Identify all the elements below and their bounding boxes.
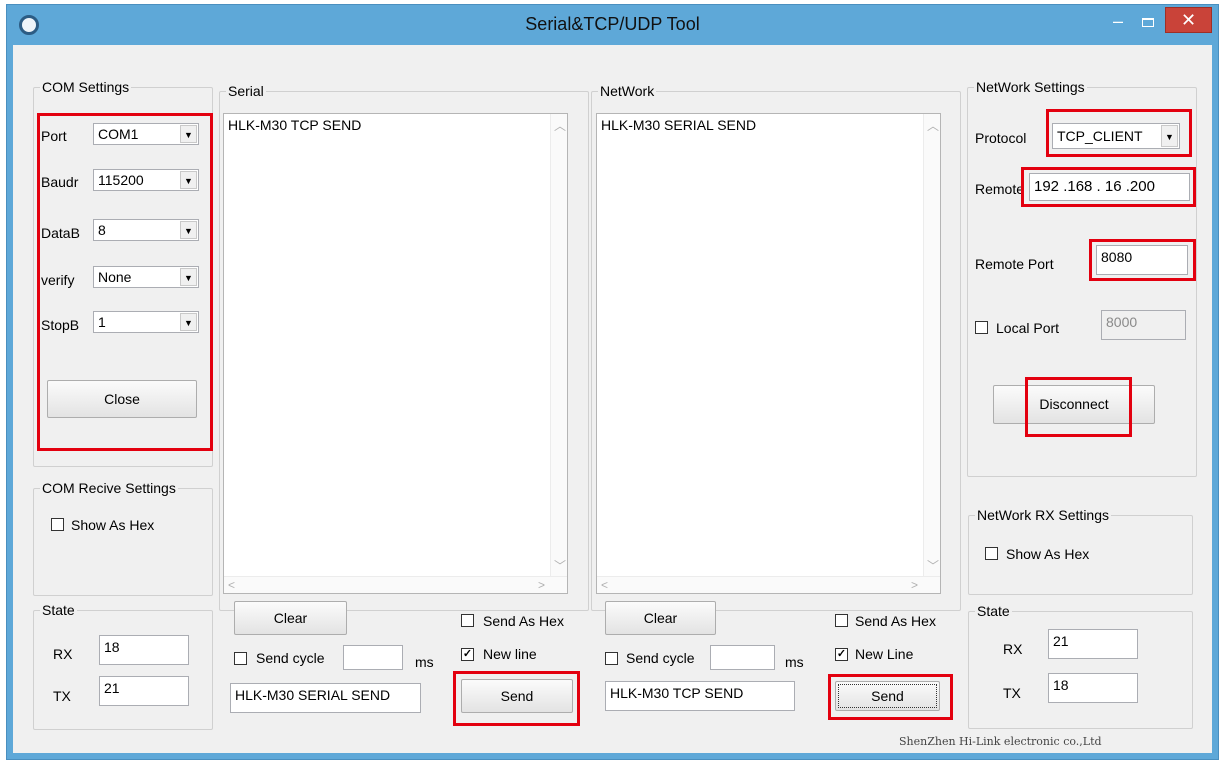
network-show-hex-checkbox[interactable] xyxy=(985,547,998,560)
remote-ip-highlight xyxy=(1021,167,1196,207)
network-send-as-hex-label: Send As Hex xyxy=(855,613,936,629)
serial-send-input[interactable]: HLK-M30 SERIAL SEND xyxy=(230,683,421,713)
com-settings-highlight xyxy=(37,113,213,451)
app-window: Serial&TCP/UDP Tool – ✕ COM Settings Por… xyxy=(6,4,1219,760)
network-send-as-hex-checkbox[interactable] xyxy=(835,614,848,627)
local-port-label: Local Port xyxy=(996,320,1060,336)
serial-send-as-hex-checkbox[interactable] xyxy=(461,614,474,627)
com-show-hex-checkbox[interactable] xyxy=(51,518,64,531)
chevron-right-icon[interactable]: > xyxy=(538,579,545,591)
local-port-checkbox[interactable] xyxy=(975,321,988,334)
chevron-up-icon[interactable]: ︿ xyxy=(927,120,939,132)
com-rx-field[interactable]: 18 xyxy=(99,635,189,665)
com-show-hex-label: Show As Hex xyxy=(71,517,155,533)
network-ms-label: ms xyxy=(785,654,804,670)
client-area: COM Settings Port COM1 ▼ Baudr 115200 ▼ Da… xyxy=(13,45,1212,753)
network-rx-field[interactable]: 21 xyxy=(1048,629,1138,659)
serial-vertical-scrollbar[interactable]: ︿ ﹀ xyxy=(550,114,567,576)
network-send-cycle-label: Send cycle xyxy=(626,650,695,666)
network-settings-title: NetWork Settings xyxy=(974,79,1087,95)
close-window-button[interactable]: ✕ xyxy=(1165,7,1212,33)
network-send-cycle-checkbox[interactable] xyxy=(605,652,618,665)
network-tx-label: TX xyxy=(1003,685,1021,701)
protocol-label: Protocol xyxy=(975,130,1027,146)
chevron-down-icon[interactable]: ﹀ xyxy=(554,560,566,572)
serial-send-cycle-label: Send cycle xyxy=(256,650,325,666)
serial-title: Serial xyxy=(226,83,266,99)
network-rx-title: NetWork RX Settings xyxy=(975,507,1112,523)
network-vertical-scrollbar[interactable]: ︿ ﹀ xyxy=(923,114,940,576)
serial-send-as-hex-label: Send As Hex xyxy=(483,613,564,629)
maximize-icon xyxy=(1142,18,1154,27)
remote-port-highlight xyxy=(1089,239,1196,281)
com-tx-field[interactable]: 21 xyxy=(99,676,189,706)
company-footer: ShenZhen Hi-Link electronic co.,Ltd xyxy=(899,735,1102,748)
network-rx-label: RX xyxy=(1003,641,1023,657)
com-state-title: State xyxy=(40,602,77,618)
network-send-cycle-input[interactable] xyxy=(710,645,775,670)
com-receive-group: COM Recive Settings xyxy=(33,480,213,596)
local-port-field[interactable]: 8000 xyxy=(1101,310,1186,340)
com-settings-title: COM Settings xyxy=(40,79,132,95)
network-new-line-label: New Line xyxy=(855,646,914,662)
remote-label: Remote xyxy=(975,181,1025,197)
network-show-hex-label: Show As Hex xyxy=(1006,546,1090,562)
chevron-left-icon[interactable]: < xyxy=(601,579,608,591)
network-clear-button[interactable]: Clear xyxy=(605,601,716,635)
chevron-up-icon[interactable]: ︿ xyxy=(554,120,566,132)
network-state-title: State xyxy=(975,603,1012,619)
network-horizontal-scrollbar[interactable]: < > xyxy=(597,576,940,593)
serial-clear-button[interactable]: Clear xyxy=(234,601,347,635)
network-send-input[interactable]: HLK-M30 TCP SEND xyxy=(605,681,795,711)
minimize-button[interactable]: – xyxy=(1103,11,1133,33)
network-received-text: HLK-M30 SERIAL SEND xyxy=(601,117,757,133)
window-title: Serial&TCP/UDP Tool xyxy=(525,14,700,34)
serial-send-cycle-input[interactable] xyxy=(343,645,403,670)
disconnect-highlight xyxy=(1025,377,1132,437)
serial-receive-area[interactable]: HLK-M30 TCP SEND ︿ ﹀ < > xyxy=(223,113,568,594)
com-state-group: State xyxy=(33,602,213,730)
chevron-right-icon[interactable]: > xyxy=(911,579,918,591)
com-rx-label: RX xyxy=(53,646,73,662)
serial-ms-label: ms xyxy=(415,654,434,670)
protocol-highlight xyxy=(1046,109,1192,157)
chevron-left-icon[interactable]: < xyxy=(228,579,235,591)
network-receive-area[interactable]: HLK-M30 SERIAL SEND ︿ ﹀ < > xyxy=(596,113,941,594)
com-tx-label: TX xyxy=(53,688,71,704)
title-bar[interactable]: Serial&TCP/UDP Tool – ✕ xyxy=(7,5,1218,45)
network-tx-field[interactable]: 18 xyxy=(1048,673,1138,703)
serial-send-cycle-checkbox[interactable] xyxy=(234,652,247,665)
serial-received-text: HLK-M30 TCP SEND xyxy=(228,117,362,133)
serial-horizontal-scrollbar[interactable]: < > xyxy=(224,576,567,593)
network-new-line-checkbox[interactable]: ✓ xyxy=(835,648,848,661)
serial-new-line-label: New line xyxy=(483,646,537,662)
maximize-button[interactable] xyxy=(1133,11,1163,33)
network-title: NetWork xyxy=(598,83,657,99)
network-send-highlight xyxy=(828,674,953,720)
remote-port-label: Remote Port xyxy=(975,256,1054,272)
chevron-down-icon[interactable]: ﹀ xyxy=(927,560,939,572)
serial-new-line-checkbox[interactable]: ✓ xyxy=(461,648,474,661)
serial-send-highlight xyxy=(453,671,580,726)
com-receive-title: COM Recive Settings xyxy=(40,480,178,496)
